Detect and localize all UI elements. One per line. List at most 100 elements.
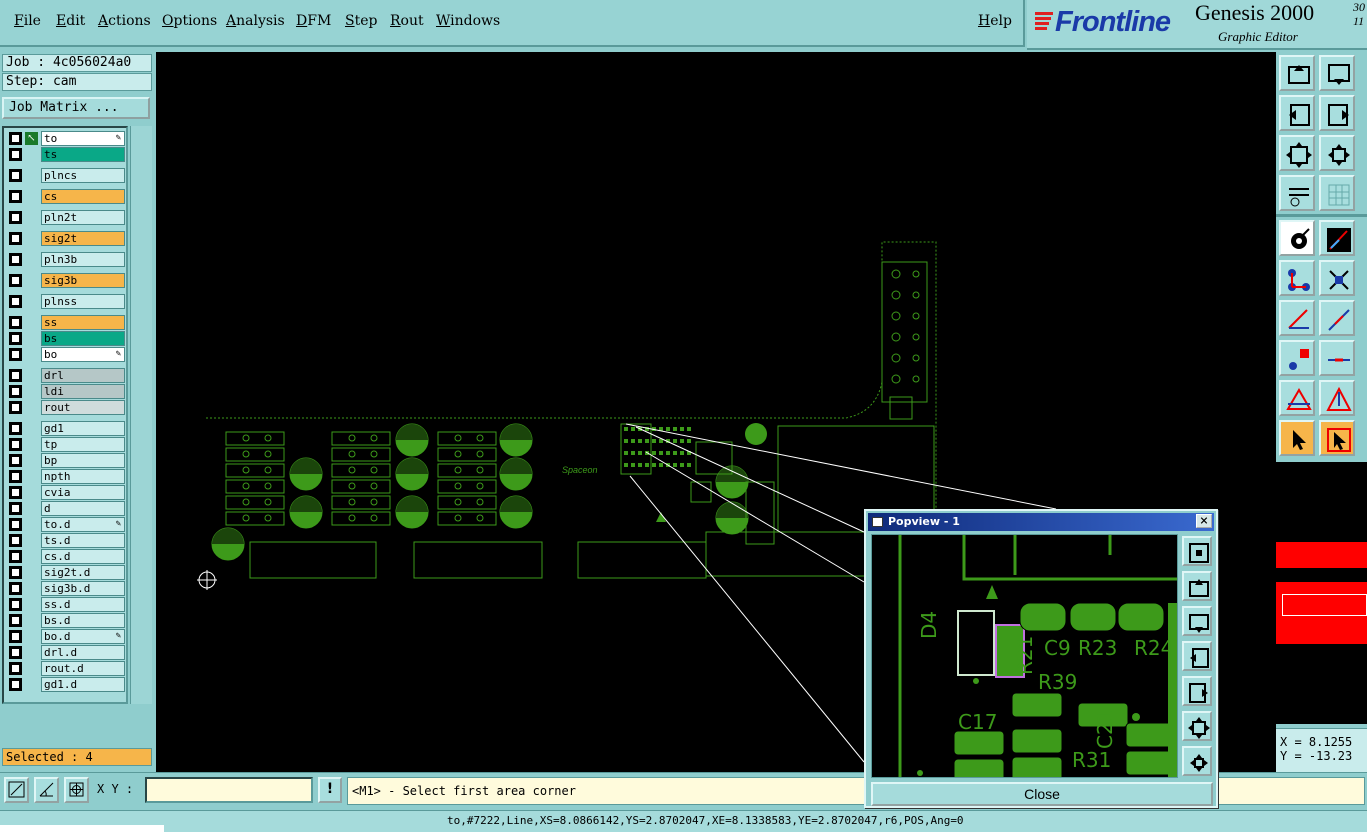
layer-row-bs-d[interactable]: bs.d [7,613,126,628]
layer-row-cs[interactable]: cs [7,189,126,204]
angle-line-button[interactable] [1279,300,1315,336]
layer-checkbox[interactable] [9,332,22,345]
layer-row-bo-d[interactable]: bo.d ✎ [7,629,126,644]
layer-name[interactable]: to.d ✎ [41,517,125,532]
layer-checkbox[interactable] [9,582,22,595]
layer-checkbox[interactable] [9,598,22,611]
layer-checkbox[interactable] [9,132,22,145]
pad-button[interactable] [1279,220,1315,256]
layer-name[interactable]: plncs [41,168,125,183]
zoom-home-button[interactable] [1279,135,1315,171]
layer-checkbox[interactable] [9,550,22,563]
layer-checkbox[interactable] [9,422,22,435]
grid-snap-button[interactable] [64,777,89,803]
layer-checkbox[interactable] [9,232,22,245]
layer-row-rout[interactable]: rout [7,400,126,415]
layer-checkbox[interactable] [9,662,22,675]
layer-name[interactable]: pln3b [41,252,125,267]
popview-close-icon[interactable]: × [1196,514,1212,528]
layer-name[interactable]: plnss [41,294,125,309]
menu-step[interactable]: Step [345,13,377,29]
zoom-down-button[interactable] [1319,55,1355,91]
layer-name[interactable]: sig2t.d [41,565,125,580]
window-menu-icon[interactable] [872,517,883,527]
layer-name[interactable]: rout.d [41,661,125,676]
layer-row-plnss[interactable]: plnss [7,294,126,309]
layer-row-ldi[interactable]: ldi [7,384,126,399]
pv-up-button[interactable] [1182,571,1212,601]
triangle-button[interactable] [1279,380,1315,416]
layer-row-pln2t[interactable]: pln2t [7,210,126,225]
layer-row-plncs[interactable]: plncs [7,168,126,183]
layer-row-rout-d[interactable]: rout.d [7,661,126,676]
layer-checkbox[interactable] [9,274,22,287]
pan-right-button[interactable] [1319,95,1355,131]
menu-help[interactable]: Help [978,13,1012,29]
job-matrix-button[interactable]: Job Matrix ... [2,97,150,119]
layer-row-ss-d[interactable]: ss.d [7,597,126,612]
popview-title-bar[interactable]: Popview - 1 [868,513,1214,531]
layer-checkbox[interactable] [9,470,22,483]
menu-file[interactable]: File [14,13,41,29]
layer-name[interactable]: d [41,501,125,516]
layer-row-sig2t[interactable]: sig2t [7,231,126,246]
layer-checkbox[interactable] [9,630,22,643]
measure-button[interactable] [1279,175,1315,211]
menu-windows[interactable]: Windows [436,13,500,29]
layer-name[interactable]: cs.d [41,549,125,564]
layer-checkbox[interactable] [9,678,22,691]
layer-name[interactable]: ts.d [41,533,125,548]
layer-name[interactable]: drl.d [41,645,125,660]
layer-row-gd1[interactable]: gd1 [7,421,126,436]
layer-checkbox[interactable] [9,316,22,329]
select-button[interactable] [1279,420,1315,456]
layer-name[interactable]: rout [41,400,125,415]
layer-checkbox[interactable] [9,295,22,308]
layer-name[interactable]: sig3b.d [41,581,125,596]
pv-left-button[interactable] [1182,641,1212,671]
layer-name[interactable]: cvia [41,485,125,500]
layer-checkbox[interactable] [9,148,22,161]
layer-row-to[interactable]: ↖ to ✎ [7,131,126,146]
layer-row-sig3b[interactable]: sig3b [7,273,126,288]
layer-name[interactable]: bo.d ✎ [41,629,125,644]
layer-checkbox[interactable] [9,211,22,224]
layer-checkbox[interactable] [9,190,22,203]
layer-row-npth[interactable]: npth [7,469,126,484]
xy-input[interactable] [145,777,313,803]
layer-name[interactable]: gd1 [41,421,125,436]
layer-checkbox[interactable] [9,369,22,382]
grid-button[interactable] [1319,175,1355,211]
hline-button[interactable] [1319,340,1355,376]
triangle-up-button[interactable] [1319,380,1355,416]
exclamation-button[interactable]: ! [318,777,342,803]
layer-row-d[interactable]: d [7,501,126,516]
layer-checkbox[interactable] [9,253,22,266]
cross-button[interactable] [1319,260,1355,296]
layer-name[interactable]: pln2t [41,210,125,225]
layer-name[interactable]: sig2t [41,231,125,246]
layer-row-bo[interactable]: bo ✎ [7,347,126,362]
line-red-button[interactable] [1319,220,1355,256]
layer-row-tp[interactable]: tp [7,437,126,452]
layer-name[interactable]: sig3b [41,273,125,288]
layer-row-sig3b-d[interactable]: sig3b.d [7,581,126,596]
menu-analysis[interactable]: Analysis [226,13,285,29]
popview-zoom-view[interactable]: D4 C9 R23 R24 R21 R39 C17 C21 R31 [871,534,1178,778]
layer-checkbox[interactable] [9,348,22,361]
menu-edit[interactable]: Edit [56,13,85,29]
pad-red-button[interactable] [1279,340,1315,376]
layer-checkbox[interactable] [9,518,22,531]
layer-name[interactable]: ts [41,147,125,162]
slash-line-button[interactable] [1319,300,1355,336]
layer-checkbox[interactable] [9,454,22,467]
menu-options[interactable]: Options [162,13,217,29]
layer-row-cvia[interactable]: cvia [7,485,126,500]
layer-checkbox[interactable] [9,614,22,627]
layer-name[interactable]: ldi [41,384,125,399]
menu-dfm[interactable]: DFM [296,13,331,29]
layer-list-scrollbar[interactable] [130,126,152,704]
pv-zoom-in-button[interactable] [1182,711,1212,741]
menu-rout[interactable]: Rout [390,13,424,29]
overview-panel[interactable] [1276,462,1367,724]
